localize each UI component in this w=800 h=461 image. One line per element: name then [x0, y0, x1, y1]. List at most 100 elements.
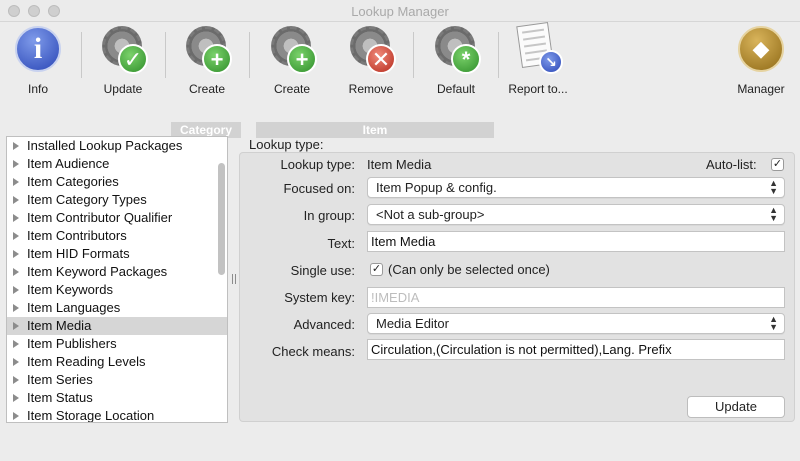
- disclosure-triangle-icon[interactable]: [13, 214, 19, 222]
- category-create-button[interactable]: + Create: [172, 24, 242, 96]
- item-default-button[interactable]: * Default: [421, 24, 491, 96]
- system-key-label: System key:: [284, 290, 355, 305]
- chevron-updown-icon: ▲ ▼: [769, 205, 778, 223]
- list-item[interactable]: Item HID Formats: [7, 245, 227, 263]
- item-remove-button[interactable]: ✕ Remove: [336, 24, 406, 96]
- toolbar: i Info ✓ Update + Create + Create ✕ Remo…: [0, 21, 800, 138]
- toolbar-separator: [249, 32, 250, 78]
- item-create-button[interactable]: + Create: [257, 24, 327, 96]
- info-label: Info: [27, 82, 48, 96]
- list-item[interactable]: Item Reading Levels: [7, 353, 227, 371]
- list-item-label: Item Series: [27, 372, 93, 387]
- list-item[interactable]: Item Storage Location: [7, 407, 227, 423]
- advanced-label: Advanced:: [293, 317, 355, 332]
- single-use-hint: (Can only be selected once): [388, 262, 550, 277]
- section-title: Lookup type:: [249, 137, 324, 152]
- disclosure-triangle-icon[interactable]: [13, 268, 19, 276]
- focused-on-value: Item Popup & config.: [376, 180, 497, 195]
- list-item-label: Item Audience: [27, 156, 110, 171]
- lookup-type-label: Lookup type:: [280, 157, 355, 172]
- in-group-label: In group:: [303, 208, 355, 223]
- category-create-label: Create: [188, 82, 226, 96]
- list-item[interactable]: Item Audience: [7, 155, 227, 173]
- list-item[interactable]: Item Categories: [7, 173, 227, 191]
- report-document-icon: ↘: [513, 21, 563, 74]
- list-item-label: Item Keyword Packages: [27, 264, 168, 279]
- toolbar-separator: [165, 32, 166, 78]
- focused-on-select[interactable]: Item Popup & config. ▲ ▼: [367, 177, 785, 198]
- list-item[interactable]: Item Media: [7, 317, 227, 335]
- list-item[interactable]: Item Contributor Qualifier: [7, 209, 227, 227]
- list-item-label: Item Languages: [27, 300, 121, 315]
- info-icon: i: [13, 24, 63, 74]
- list-item-label: Item Media: [27, 318, 92, 333]
- disclosure-triangle-icon[interactable]: [13, 412, 19, 420]
- unlock-icon: ◆: [736, 24, 786, 74]
- disclosure-triangle-icon[interactable]: [13, 196, 19, 204]
- disclosure-triangle-icon[interactable]: [13, 286, 19, 294]
- autolist-checkbox[interactable]: ✓: [771, 158, 784, 171]
- title-bar: Lookup Manager: [0, 0, 800, 22]
- splitter-handle[interactable]: [232, 274, 236, 284]
- item-remove-label: Remove: [348, 82, 394, 96]
- list-item-label: Item Category Types: [27, 192, 147, 207]
- manager-button[interactable]: ◆ Manager: [726, 24, 796, 96]
- report-button[interactable]: ↘ Report to...: [503, 21, 573, 96]
- list-item[interactable]: Item Keyword Packages: [7, 263, 227, 281]
- system-key-field: !IMEDIA: [367, 287, 785, 308]
- disclosure-triangle-icon[interactable]: [13, 160, 19, 168]
- advanced-select[interactable]: Media Editor ▲ ▼: [367, 313, 785, 334]
- disclosure-triangle-icon[interactable]: [13, 358, 19, 366]
- gear-check-icon: ✓: [98, 24, 148, 74]
- check-means-input[interactable]: Circulation,(Circulation is not permitte…: [367, 339, 785, 360]
- list-item-label: Item Keywords: [27, 282, 113, 297]
- gear-plus-icon: +: [182, 24, 232, 74]
- item-group-label: Item: [256, 122, 494, 138]
- lookup-list[interactable]: Installed Lookup Packages Item Audience It…: [6, 136, 228, 423]
- list-item-label: Item Contributor Qualifier: [27, 210, 173, 225]
- in-group-value: <Not a sub-group>: [376, 207, 485, 222]
- list-item[interactable]: Item Languages: [7, 299, 227, 317]
- list-item-label: Item Categories: [27, 174, 119, 189]
- list-item-label: Item Status: [27, 390, 93, 405]
- report-label: Report to...: [508, 82, 568, 96]
- list-item[interactable]: Item Keywords: [7, 281, 227, 299]
- disclosure-triangle-icon[interactable]: [13, 232, 19, 240]
- lookup-type-value: Item Media: [367, 157, 432, 172]
- list-item-label: Item Storage Location: [27, 408, 155, 423]
- list-item[interactable]: Item Series: [7, 371, 227, 389]
- lookup-detail-panel: Lookup type: Item Media Auto-list: ✓ Foc…: [239, 152, 795, 422]
- list-item[interactable]: Item Contributors: [7, 227, 227, 245]
- list-item[interactable]: Installed Lookup Packages: [7, 137, 227, 155]
- disclosure-triangle-icon[interactable]: [13, 340, 19, 348]
- toolbar-separator: [413, 32, 414, 78]
- focused-on-label: Focused on:: [283, 181, 355, 196]
- list-item[interactable]: Item Publishers: [7, 335, 227, 353]
- list-item-label: Item Contributors: [27, 228, 127, 243]
- disclosure-triangle-icon[interactable]: [13, 178, 19, 186]
- disclosure-triangle-icon[interactable]: [13, 250, 19, 258]
- gear-plus-icon: +: [267, 24, 317, 74]
- check-means-label: Check means:: [271, 344, 355, 359]
- window-title: Lookup Manager: [351, 4, 449, 19]
- in-group-select[interactable]: <Not a sub-group> ▲ ▼: [367, 204, 785, 225]
- disclosure-triangle-icon[interactable]: [13, 322, 19, 330]
- disclosure-triangle-icon[interactable]: [13, 376, 19, 384]
- disclosure-triangle-icon[interactable]: [13, 394, 19, 402]
- toolbar-separator: [498, 32, 499, 78]
- list-item[interactable]: Item Category Types: [7, 191, 227, 209]
- disclosure-triangle-icon[interactable]: [13, 304, 19, 312]
- chevron-updown-icon: ▲ ▼: [769, 178, 778, 196]
- text-input[interactable]: Item Media: [367, 231, 785, 252]
- manager-label: Manager: [737, 82, 785, 96]
- info-button[interactable]: i Info: [3, 24, 73, 96]
- list-item[interactable]: Item Status: [7, 389, 227, 407]
- disclosure-triangle-icon[interactable]: [13, 142, 19, 150]
- update-toolbar-button[interactable]: ✓ Update: [88, 24, 158, 96]
- advanced-value: Media Editor: [376, 316, 449, 331]
- single-use-checkbox[interactable]: ✓: [370, 263, 383, 276]
- update-toolbar-label: Update: [103, 82, 143, 96]
- update-button[interactable]: Update: [687, 396, 785, 418]
- list-scrollbar[interactable]: [218, 163, 225, 275]
- gear-remove-icon: ✕: [346, 24, 396, 74]
